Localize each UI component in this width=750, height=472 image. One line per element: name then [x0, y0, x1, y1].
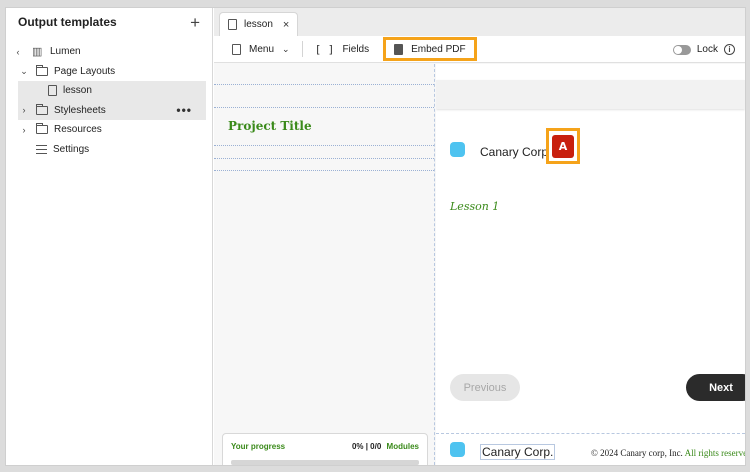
tree-item-page-layouts[interactable]: ⌄ Page Layouts [6, 62, 212, 82]
template-tree: ‹ ▥ Lumen ⌄ Page Layouts lesson › Styles… [6, 42, 212, 159]
menu-label: Menu [249, 43, 275, 55]
toolbar-divider [301, 41, 303, 57]
library-icon: ▥ [32, 46, 43, 59]
guide-line [214, 170, 434, 171]
toolbar: Menu ⌄ [ ] Fields Embed PDF Lock i [214, 36, 745, 63]
sidebar: Output templates + ‹ ▥ Lumen ⌄ Page Layo… [6, 8, 213, 465]
add-template-button[interactable]: + [190, 14, 200, 31]
previous-button[interactable]: Previous [450, 374, 520, 401]
progress-label: Your progress [231, 442, 286, 451]
settings-icon [36, 144, 47, 154]
fields-button[interactable]: [ ] Fields [309, 38, 376, 60]
tree-item-label: Settings [53, 143, 90, 155]
chevron-down-icon[interactable]: ⌄ [18, 66, 30, 77]
lesson-title[interactable]: Lesson 1 [450, 200, 499, 213]
pdf-icon: A [552, 134, 574, 158]
embedded-pdf[interactable]: A [546, 128, 580, 164]
guide-line [214, 107, 434, 108]
tree-item-stylesheets[interactable]: › Stylesheets ••• [18, 100, 206, 120]
canary-logo-icon [450, 142, 470, 162]
chevron-right-icon[interactable]: › [18, 125, 30, 135]
app-window: Output templates + ‹ ▥ Lumen ⌄ Page Layo… [5, 7, 746, 466]
progress-widget: Your progress 0% | 0/0 Modules [222, 433, 428, 465]
tree-item-resources[interactable]: › Resources [6, 120, 212, 140]
more-options-button[interactable]: ••• [176, 103, 192, 117]
page-preview: Canary Corp A Lesson 1 Previous Next Can… [436, 64, 745, 465]
left-column: Project Title Your progress 0% | 0/0 Mod… [214, 64, 435, 465]
lock-label: Lock [696, 44, 718, 55]
progress-value: 0% | 0/0 [351, 442, 382, 451]
tree-item-label: Resources [54, 124, 102, 136]
guide-line [214, 145, 434, 146]
sidebar-title: Output templates [18, 15, 117, 29]
footer-brand: Canary Corp. [450, 442, 556, 462]
embed-pdf-label: Embed PDF [411, 43, 466, 55]
lock-control: Lock i [672, 36, 735, 63]
close-icon[interactable]: × [283, 19, 289, 31]
chevron-down-icon: ⌄ [282, 43, 290, 54]
layout-canvas: Project Title Your progress 0% | 0/0 Mod… [214, 64, 745, 465]
tree-item-settings[interactable]: Settings [6, 140, 212, 160]
folder-icon [36, 64, 48, 76]
next-button[interactable]: Next [686, 374, 745, 401]
footer-brand-name: Canary Corp. [480, 444, 556, 460]
tree-item-lesson[interactable]: lesson [18, 81, 206, 101]
tree-item-lumen[interactable]: ‹ ▥ Lumen [6, 42, 212, 62]
fields-label: Fields [342, 43, 370, 55]
page-footer: Canary Corp. © 2024 Canary corp, Inc. Al… [436, 433, 745, 465]
progress-bar [231, 460, 419, 465]
tab-label: lesson [244, 19, 273, 30]
embed-pdf-button[interactable]: Embed PDF [383, 37, 477, 61]
tab-lesson[interactable]: lesson × [219, 12, 299, 36]
file-icon [48, 85, 57, 97]
tree-item-label: Page Layouts [54, 65, 116, 77]
chevron-right-icon[interactable]: › [18, 105, 30, 115]
tab-bar: lesson × [214, 8, 745, 36]
canary-logo-icon [450, 442, 470, 462]
project-title[interactable]: Project Title [228, 119, 312, 133]
tree-item-label: Lumen [50, 46, 81, 58]
brand-header: Canary Corp [450, 142, 548, 162]
menu-doc-icon [232, 43, 241, 55]
guide-line [214, 84, 434, 85]
header-band [436, 80, 745, 109]
editor-area: lesson × Menu ⌄ [ ] Fields Embed PDF Loc… [214, 8, 745, 465]
copyright-owner: © 2024 Canary corp, Inc. [591, 448, 683, 458]
tree-item-label: lesson [63, 85, 92, 97]
document-icon [394, 43, 404, 55]
guide-line [214, 158, 434, 159]
info-icon[interactable]: i [724, 44, 735, 55]
folder-icon [36, 103, 48, 115]
menu-button[interactable]: Menu ⌄ [226, 38, 296, 60]
brand-name: Canary Corp [480, 145, 549, 159]
brackets-icon: [ ] [314, 42, 335, 56]
lock-toggle[interactable] [672, 44, 691, 55]
collapse-icon[interactable]: ‹ [12, 47, 24, 57]
file-icon [228, 19, 237, 30]
sidebar-header: Output templates + [6, 8, 212, 36]
tree-item-label: Stylesheets [54, 104, 106, 116]
folder-icon [36, 123, 48, 135]
copyright-rights: All rights reserve [684, 448, 745, 458]
copyright-text: © 2024 Canary corp, Inc. All rights rese… [591, 448, 745, 458]
progress-unit: Modules [386, 442, 419, 451]
